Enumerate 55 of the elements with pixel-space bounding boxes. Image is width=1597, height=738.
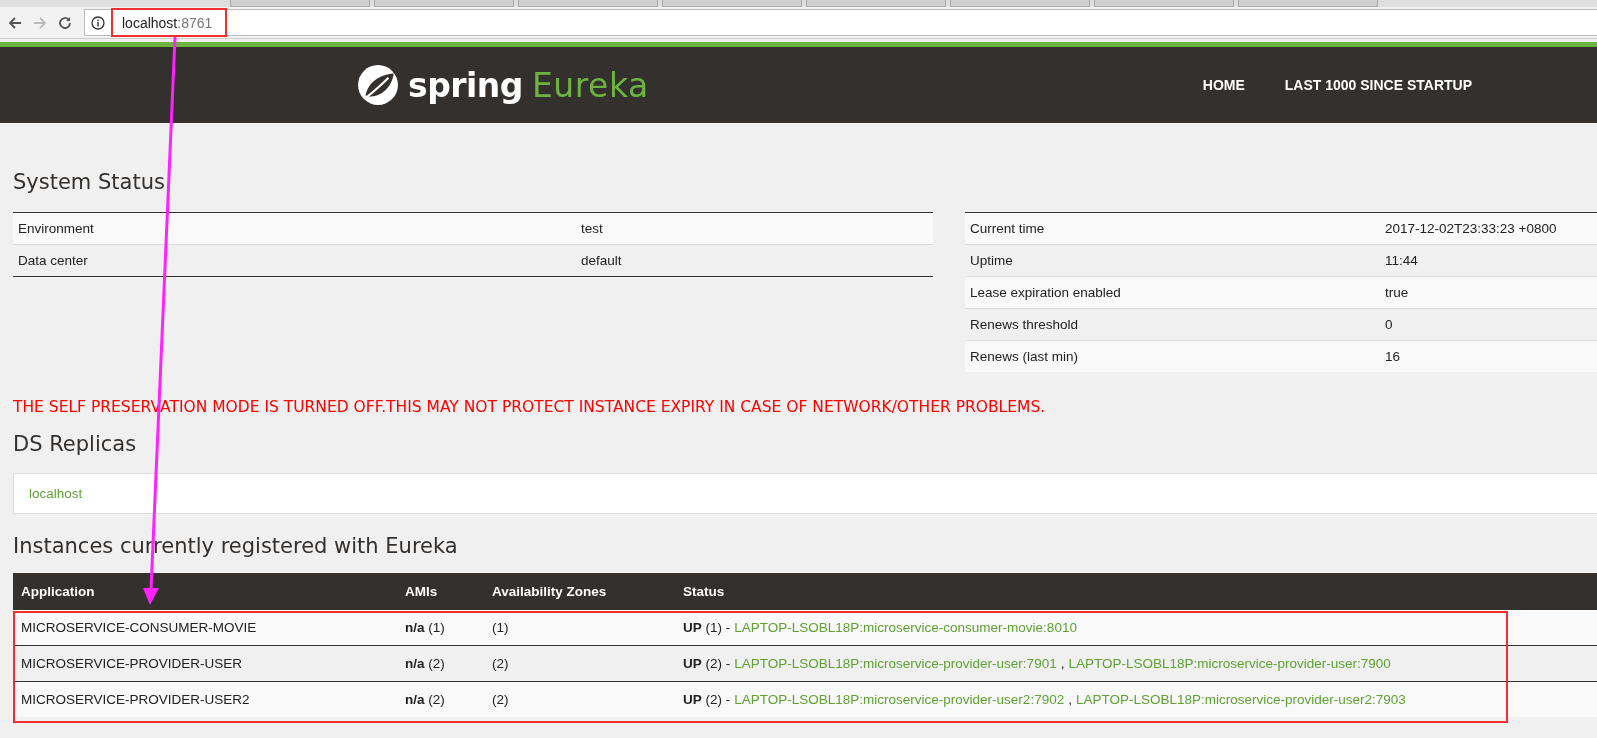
url-text: localhost:8761 xyxy=(122,14,213,31)
table-cell: (1) xyxy=(484,609,675,646)
browser-tab[interactable] xyxy=(806,0,946,7)
instance-link[interactable]: LAPTOP-LSOBL18P:microservice-provider-user2:7903 xyxy=(1075,692,1406,707)
table-cell: MICROSERVICE-PROVIDER-USER xyxy=(13,645,397,682)
column-header: Application xyxy=(13,573,397,610)
instance-link[interactable]: LAPTOP-LSOBL18P:microservice-provider-user:7901 xyxy=(734,656,1057,671)
nav-link[interactable]: HOME xyxy=(1202,77,1245,93)
column-header: Status xyxy=(675,573,1597,610)
reload-icon[interactable] xyxy=(57,14,73,31)
nav-link[interactable]: LAST 1000 SINCE STARTUP xyxy=(1284,77,1472,93)
table-cell: 16 xyxy=(1380,340,1597,372)
table-cell: MICROSERVICE-PROVIDER-USER2 xyxy=(13,681,397,717)
status-text: UP (2) - xyxy=(683,692,731,707)
table-cell: Data center xyxy=(13,244,576,277)
address-bar[interactable]: localhost:8761 xyxy=(84,9,1597,36)
table-cell: 2017-12-02T23:33:23 +0800 xyxy=(1380,212,1597,245)
table-cell: default xyxy=(576,244,933,277)
table-cell: Renews (last min) xyxy=(965,340,1380,372)
table-cell: Current time xyxy=(965,212,1380,245)
table-cell: MICROSERVICE-CONSUMER-MOVIE xyxy=(13,609,397,646)
forward-arrow-icon[interactable] xyxy=(32,14,48,31)
separator-text: , xyxy=(1068,692,1072,707)
browser-tab[interactable] xyxy=(518,0,658,7)
separator-text: , xyxy=(1060,656,1065,671)
brand-name: spring xyxy=(408,65,523,105)
browser-tab[interactable] xyxy=(950,0,1090,7)
status-text: UP (1) - xyxy=(683,620,731,635)
leaf-logo-icon xyxy=(357,64,399,106)
table-cell: n/a (1) xyxy=(397,609,484,646)
instance-link[interactable]: LAPTOP-LSOBL18P:microservice-provider-user2:7902 xyxy=(734,692,1065,707)
table-cell: n/a (2) xyxy=(397,681,484,717)
browser-tab[interactable] xyxy=(1238,0,1378,7)
info-icon[interactable] xyxy=(91,15,105,30)
status-text: UP (2) - xyxy=(683,656,731,671)
table-cell: (2) xyxy=(484,645,675,682)
table-cell: true xyxy=(1380,276,1597,309)
table-cell: test xyxy=(576,212,933,245)
section-heading: System Status xyxy=(13,169,166,196)
column-header: AMIs xyxy=(397,573,484,610)
replica-link[interactable]: localhost xyxy=(29,486,83,501)
instance-link[interactable]: LAPTOP-LSOBL18P:microservice-provider-user:7900 xyxy=(1068,656,1391,671)
table-cell: Environment xyxy=(13,212,576,245)
browser-tab[interactable] xyxy=(374,0,514,7)
instance-link[interactable]: LAPTOP-LSOBL18P:microservice-consumer-movie:8010 xyxy=(734,620,1077,635)
table-cell: (2) xyxy=(484,681,675,717)
browser-tab[interactable] xyxy=(662,0,802,7)
table-cell: n/a (2) xyxy=(397,645,484,682)
product-name: Eureka xyxy=(531,65,649,105)
column-header: Availability Zones xyxy=(484,573,675,610)
browser-tab[interactable] xyxy=(230,0,370,7)
browser-tab[interactable] xyxy=(1094,0,1234,7)
back-arrow-icon[interactable] xyxy=(7,14,23,31)
section-heading: DS Replicas xyxy=(13,431,138,458)
table-cell: Lease expiration enabled xyxy=(965,276,1380,309)
